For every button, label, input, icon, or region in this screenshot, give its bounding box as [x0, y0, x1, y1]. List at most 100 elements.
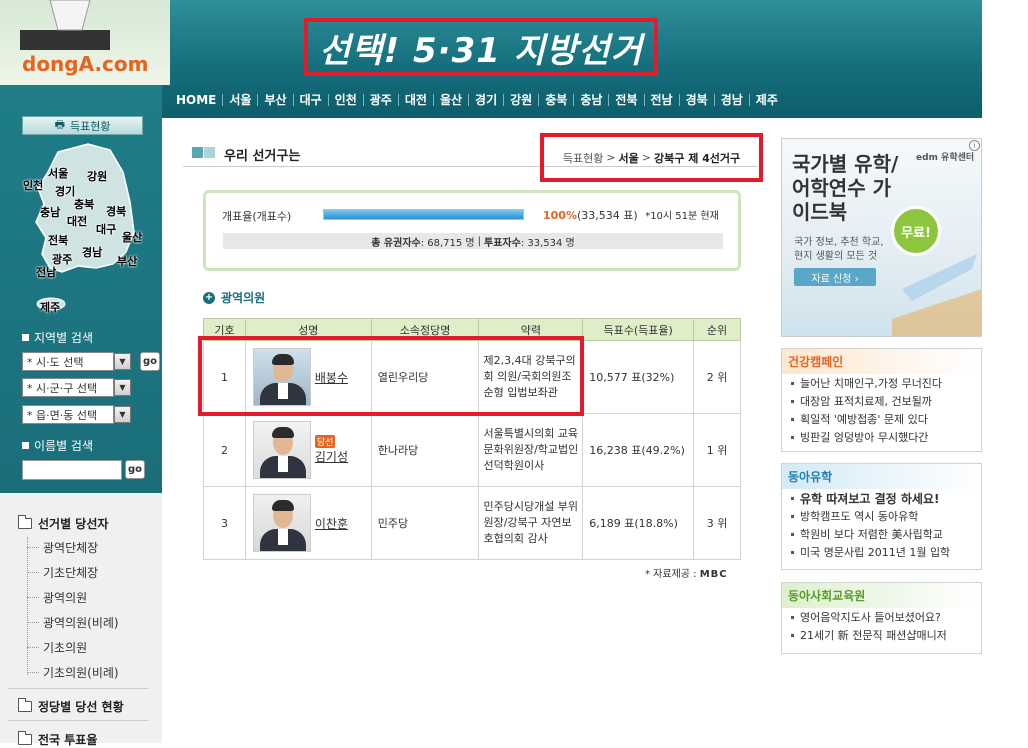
- count-summary-box: [203, 190, 741, 271]
- sigungu-select[interactable]: * 시·군·구 선택: [22, 378, 114, 397]
- map-region-daegu[interactable]: 대구: [96, 221, 116, 237]
- cell-rank: 2 위: [693, 340, 741, 414]
- map-region-incheon[interactable]: 인천: [23, 177, 43, 193]
- nav-gyeongnam[interactable]: 경남: [715, 94, 750, 106]
- voters-value: : 68,715 명: [420, 237, 475, 249]
- list-item[interactable]: 방학캠프도 역시 동아유학: [782, 507, 981, 525]
- folder-icon: [18, 731, 32, 745]
- nav-jeonbuk[interactable]: 전북: [609, 94, 645, 106]
- breadcrumb-root[interactable]: 득표현황: [563, 150, 603, 166]
- nav-jeju[interactable]: 제주: [750, 94, 784, 106]
- tree-item-local-council-pr[interactable]: 기초의원(비례): [27, 664, 119, 681]
- tree-national-turnout[interactable]: 전국 투표율: [18, 731, 97, 748]
- map-region-gangwon[interactable]: 강원: [87, 168, 107, 184]
- party-title: 정당별 당선 현황: [38, 700, 124, 714]
- count-rate-label: 개표율(개표수): [222, 210, 292, 223]
- map-region-busan[interactable]: 부산: [117, 253, 137, 269]
- tree-item-local-head[interactable]: 기초단체장: [27, 564, 98, 581]
- map-region-chungbuk[interactable]: 충북: [74, 196, 94, 212]
- chevron-down-icon[interactable]: ▼: [114, 406, 131, 423]
- table-row: 3 이찬훈 민주당 민주당시당개설 부위원장/강북구 자연보호협의회 감사 6,…: [203, 486, 741, 560]
- box-title[interactable]: 동아유학: [782, 464, 981, 489]
- map-region-ulsan[interactable]: 울산: [122, 229, 142, 245]
- region-search-label: 지역별 검색: [34, 331, 94, 345]
- nav-chungnam[interactable]: 충남: [574, 94, 610, 106]
- map-region-daejeon[interactable]: 대전: [67, 213, 87, 229]
- map-region-gyeongnam[interactable]: 경남: [82, 244, 102, 260]
- map-region-jeonbuk[interactable]: 전북: [48, 232, 68, 248]
- box-title[interactable]: 동아사회교육원: [782, 583, 981, 608]
- list-item[interactable]: 늘어난 치매인구,가정 무너진다: [782, 374, 981, 392]
- sigungu-select-row: * 시·군·구 선택 ▼: [22, 378, 131, 397]
- voters-label: 총 유권자수: [371, 237, 421, 249]
- tree-item-local-council[interactable]: 기초의원: [27, 639, 87, 656]
- candidate-name-link[interactable]: 이찬훈: [315, 515, 348, 532]
- name-go-button[interactable]: go: [125, 460, 145, 479]
- list-item[interactable]: 유학 따져보고 결정 하세요!: [782, 489, 981, 507]
- cell-party: 민주당: [370, 486, 480, 560]
- map-region-seoul[interactable]: 서울: [48, 165, 68, 181]
- nav-daejeon[interactable]: 대전: [399, 94, 434, 106]
- mbc-logo: MBC: [699, 569, 728, 580]
- nav-incheon[interactable]: 인천: [329, 94, 364, 106]
- candidate-photo[interactable]: [252, 494, 311, 552]
- sido-select[interactable]: * 시·도 선택: [22, 352, 114, 371]
- col-rank: 순위: [693, 318, 741, 341]
- map-region-jeju[interactable]: 제주: [40, 299, 60, 315]
- name-search-heading: 이름별 검색: [22, 437, 93, 454]
- map-region-gyeonggi[interactable]: 경기: [55, 183, 75, 199]
- nav-gyeongbuk[interactable]: 경북: [680, 94, 715, 106]
- nav-jeonnam[interactable]: 전남: [645, 94, 680, 106]
- nav-seoul[interactable]: 서울: [223, 94, 259, 106]
- list-item[interactable]: 대장암 표적치료제, 건보될까: [782, 392, 981, 410]
- chevron-down-icon[interactable]: ▼: [114, 379, 131, 396]
- map-region-gyeongbuk[interactable]: 경북: [106, 203, 126, 219]
- tree-item-metro-head[interactable]: 광역단체장: [27, 539, 98, 556]
- list-item[interactable]: 획일적 '예방접종' 문제 있다: [782, 410, 981, 428]
- health-campaign-box: 건강캠페인 늘어난 치매인구,가정 무너진다 대장암 표적치료제, 건보될까 획…: [781, 348, 982, 452]
- map-region-chungnam[interactable]: 충남: [40, 204, 60, 220]
- divider: [8, 688, 148, 689]
- tree-party-results[interactable]: 정당별 당선 현황: [18, 698, 124, 715]
- ad-request-button[interactable]: 자료 신청 ›: [794, 268, 876, 286]
- col-votes: 득표수(득표율): [582, 318, 695, 341]
- cell-votes: 16,238 표(49.2%): [582, 413, 695, 487]
- region-nav: HOME 서울 부산 대구 인천 광주 대전 울산 경기 강원 충북 충남 전북…: [170, 88, 982, 112]
- vote-status-button[interactable]: 🖶 득표현황: [22, 116, 143, 135]
- nav-busan[interactable]: 부산: [258, 94, 294, 106]
- list-item[interactable]: 미국 명문사립 2011년 1월 입학: [782, 543, 981, 561]
- nav-gwangju[interactable]: 광주: [364, 94, 399, 106]
- list-item[interactable]: 학원비 보다 저렴한 美사립학교: [782, 525, 981, 543]
- tree-winners-by-election[interactable]: 선거별 당선자: [18, 515, 108, 532]
- nav-daegu[interactable]: 대구: [294, 94, 329, 106]
- name-search-input[interactable]: [22, 460, 122, 480]
- count-value: (33,534 표): [576, 209, 638, 222]
- cell-rank: 1 위: [693, 413, 741, 487]
- box-title[interactable]: 건강캠페인: [782, 349, 981, 374]
- nav-gyeonggi[interactable]: 경기: [469, 94, 505, 106]
- breadcrumb-district: 강북구 제 4선거구: [654, 151, 741, 165]
- ad-free-badge: 무료!: [891, 206, 941, 256]
- nav-gangwon[interactable]: 강원: [504, 94, 540, 106]
- nav-chungbuk[interactable]: 충북: [539, 94, 575, 106]
- percent-value: 100%: [543, 209, 577, 222]
- nav-ulsan[interactable]: 울산: [434, 94, 470, 106]
- tree-item-metro-council[interactable]: 광역의원: [27, 589, 87, 606]
- list-item[interactable]: 영어음악지도사 들어보셨어요?: [782, 608, 981, 626]
- list-item[interactable]: 빙판길 엉덩방아 무시했다간: [782, 428, 981, 446]
- square-bullet-icon: [22, 334, 29, 341]
- candidate-photo[interactable]: [252, 421, 311, 479]
- list-item[interactable]: 21세기 新 전문직 패션샵매니저: [782, 626, 981, 644]
- go-button[interactable]: go: [140, 352, 160, 371]
- tree-item-metro-council-pr[interactable]: 광역의원(비례): [27, 614, 119, 631]
- tree-title: 선거별 당선자: [38, 517, 109, 531]
- candidate-name-link[interactable]: 김기성: [315, 448, 348, 465]
- cell-career: 서울특별시의회 교육문화위원장/학교법인 선덕학원이사: [478, 413, 584, 487]
- breadcrumb-city[interactable]: 서울: [619, 150, 639, 166]
- map-region-jeonnam[interactable]: 전남: [36, 264, 56, 280]
- nav-home[interactable]: HOME: [170, 94, 224, 106]
- chevron-down-icon[interactable]: ▼: [114, 353, 131, 370]
- eupmyeon-select[interactable]: * 읍·면·동 선택: [22, 405, 114, 424]
- donga-logo[interactable]: dongA.com: [22, 52, 149, 76]
- edm-logo: edm 유학센터: [916, 153, 975, 163]
